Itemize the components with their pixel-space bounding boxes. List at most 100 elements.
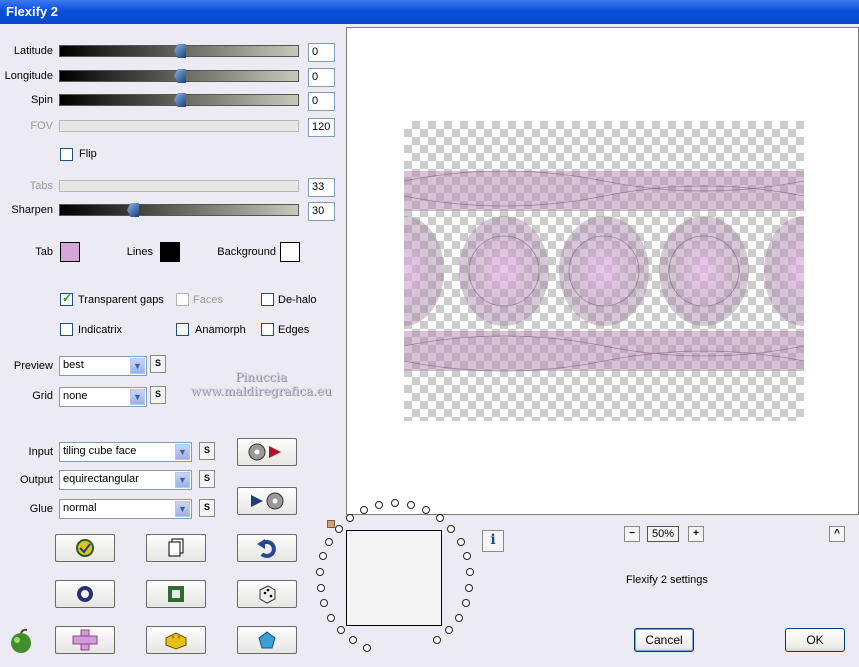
watermark-line1: Pinuccia (235, 370, 287, 384)
input-s-button[interactable]: S (199, 442, 215, 460)
longitude-input[interactable]: 0 (308, 68, 335, 87)
grid-s-button[interactable]: S (150, 386, 166, 404)
latitude-input[interactable]: 0 (308, 43, 335, 62)
check-mark-icon: ✓ (62, 291, 73, 305)
block-button[interactable] (146, 626, 206, 654)
tabs-input[interactable]: 33 (308, 178, 335, 197)
copy-button[interactable] (146, 534, 206, 562)
navigator-dot (375, 500, 384, 509)
glue-select-value: normal (63, 502, 97, 514)
status-text: Flexify 2 settings (626, 574, 708, 586)
latitude-slider-thumb[interactable] (174, 44, 186, 58)
longitude-slider[interactable] (59, 69, 299, 83)
preview-s-button[interactable]: S (150, 355, 166, 373)
navigator-dot (320, 599, 329, 608)
glue-s-button[interactable]: S (199, 499, 215, 517)
apply-button[interactable] (55, 534, 115, 562)
sharpen-slider-thumb[interactable] (127, 203, 139, 217)
input-select[interactable]: tiling cube face ▼ (59, 442, 192, 462)
ring-button[interactable] (55, 580, 115, 608)
cross-button[interactable] (55, 626, 115, 654)
spin-slider-thumb[interactable] (174, 93, 186, 107)
chevron-down-icon[interactable]: ▼ (130, 389, 145, 405)
latitude-slider[interactable] (59, 44, 299, 58)
navigator-corner-handle[interactable] (327, 520, 335, 528)
navigator-dot (447, 524, 456, 533)
apply-icon (76, 539, 94, 557)
cancel-button[interactable]: Cancel (634, 628, 694, 652)
de-halo-checkbox[interactable] (261, 293, 274, 306)
navigator-dot (327, 613, 336, 622)
zoom-out-button[interactable]: − (624, 526, 640, 542)
navigator-dot (319, 552, 328, 561)
output-label: Output (19, 474, 53, 486)
faces-label: Faces (193, 294, 223, 306)
spin-input[interactable]: 0 (308, 92, 335, 111)
output-select[interactable]: equirectangular ▼ (59, 470, 192, 490)
indicatrix-checkbox[interactable] (60, 323, 73, 336)
flip-checkbox[interactable] (60, 148, 73, 161)
preview-select-value: best (63, 359, 84, 371)
glue-label: Glue (29, 503, 53, 515)
block-icon (165, 632, 187, 650)
chevron-down-icon[interactable]: ▼ (175, 444, 190, 460)
output-select-value: equirectangular (63, 473, 139, 485)
output-s-button[interactable]: S (199, 470, 215, 488)
navigator-dot (334, 524, 343, 533)
navigator-dot (432, 636, 441, 645)
fov-input[interactable]: 120 (308, 118, 335, 137)
navigator-dot (363, 643, 372, 652)
navigator-dot (337, 626, 346, 635)
random-button[interactable] (237, 580, 297, 608)
sharpen-slider[interactable] (59, 203, 299, 217)
square-icon (168, 586, 184, 602)
glue-select[interactable]: normal ▼ (59, 499, 192, 519)
watermark-line2: www.maldiregrafica.eu (190, 384, 332, 398)
chevron-down-icon[interactable]: ▼ (130, 358, 145, 374)
background-color-swatch[interactable] (280, 242, 300, 262)
navigator-thumbnail[interactable] (346, 530, 442, 626)
navigator-dot (316, 583, 325, 592)
play-disc-icon (251, 492, 284, 510)
flip-label: Flip (79, 148, 97, 160)
tab-color-swatch[interactable] (60, 242, 80, 262)
info-button[interactable]: i (482, 530, 504, 552)
faces-checkbox[interactable] (176, 293, 189, 306)
apple-logo (8, 628, 34, 654)
longitude-label: Longitude (4, 70, 53, 82)
grid-select-value: none (63, 390, 88, 402)
chevron-down-icon[interactable]: ▼ (175, 501, 190, 517)
navigator-dot (465, 583, 474, 592)
input-select-value: tiling cube face (63, 445, 137, 457)
zoom-in-button[interactable]: + (688, 526, 704, 542)
square-button[interactable] (146, 580, 206, 608)
navigator-dot (444, 626, 453, 635)
ok-button[interactable]: OK (785, 628, 845, 652)
chevron-down-icon[interactable]: ▼ (175, 472, 190, 488)
lines-color-swatch[interactable] (160, 242, 180, 262)
copy-icon (168, 538, 184, 557)
transparent-gaps-checkbox[interactable]: ✓ (60, 291, 73, 306)
anamorph-checkbox[interactable] (176, 323, 189, 336)
tabs-slider (59, 180, 299, 192)
preview-select[interactable]: best ▼ (59, 356, 147, 376)
fov-label: FOV (30, 120, 53, 132)
tab-color-label: Tab (35, 246, 53, 258)
undo-button[interactable] (237, 534, 297, 562)
navigator-dot (406, 500, 415, 509)
gem-button[interactable] (237, 626, 297, 654)
dice-icon (259, 585, 276, 604)
navigator-dot (465, 567, 474, 576)
spin-slider[interactable] (59, 93, 299, 107)
preview-panel[interactable] (346, 27, 859, 515)
send-output-button[interactable] (237, 487, 297, 515)
sharpen-input[interactable]: 30 (308, 202, 335, 221)
longitude-slider-thumb[interactable] (174, 69, 186, 83)
collapse-up-button[interactable]: ^ (829, 526, 845, 542)
load-input-button[interactable] (237, 438, 297, 466)
navigator-dot (325, 537, 334, 546)
navigator-dot (421, 505, 430, 514)
fov-slider (59, 120, 299, 132)
grid-select[interactable]: none ▼ (59, 387, 147, 407)
edges-checkbox[interactable] (261, 323, 274, 336)
